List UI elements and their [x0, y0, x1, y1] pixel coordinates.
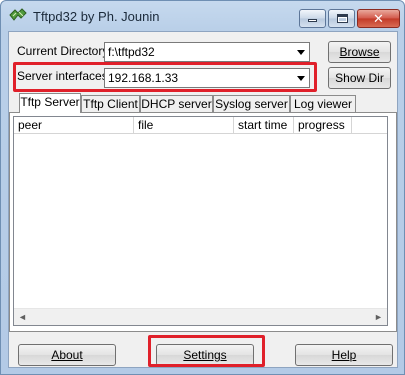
- server-interfaces-combo[interactable]: 192.168.1.33: [104, 68, 310, 88]
- column-header-progress[interactable]: progress: [294, 117, 352, 134]
- show-dir-button-label: Show Dir: [335, 71, 384, 85]
- tab-label: Tftp Client: [83, 97, 138, 111]
- about-button[interactable]: About: [18, 344, 116, 366]
- tab-tftp-server[interactable]: Tftp Server: [19, 93, 81, 113]
- tab-label: Syslog server: [215, 97, 288, 111]
- browse-button-label: Browse: [339, 45, 380, 59]
- tab-label: Tftp Server: [20, 95, 80, 109]
- current-directory-combo[interactable]: f:\tftpd32: [104, 42, 310, 62]
- tab-dhcp-server[interactable]: DHCP server: [140, 95, 213, 113]
- close-icon: ✕: [373, 11, 384, 26]
- current-directory-value: f:\tftpd32: [108, 45, 155, 59]
- title-bar[interactable]: Tftpd32 by Ph. Jounin ✕: [1, 1, 404, 31]
- chevron-down-icon[interactable]: [292, 69, 309, 87]
- chevron-down-icon[interactable]: [292, 43, 309, 61]
- help-button[interactable]: Help: [295, 344, 393, 366]
- tab-tftp-client[interactable]: Tftp Client: [81, 95, 140, 113]
- show-dir-button[interactable]: Show Dir: [328, 67, 391, 89]
- server-interfaces-value: 192.168.1.33: [108, 71, 179, 85]
- transfers-list[interactable]: peer file start time progress ◄ ►: [13, 116, 388, 326]
- column-header-peer[interactable]: peer: [14, 117, 134, 134]
- horizontal-scrollbar[interactable]: ◄ ►: [14, 308, 387, 325]
- column-header-file[interactable]: file: [134, 117, 234, 134]
- minimize-button[interactable]: [299, 9, 326, 28]
- browse-button[interactable]: Browse: [328, 41, 391, 63]
- server-interfaces-label: Server interfaces: [17, 69, 108, 83]
- tab-label: Log viewer: [293, 97, 353, 111]
- tab-syslog-server[interactable]: Syslog server: [213, 95, 290, 113]
- help-button-label: Help: [331, 348, 357, 362]
- settings-button-label: Settings: [183, 348, 227, 362]
- tab-label: DHCP server: [141, 97, 212, 111]
- column-header-label: file: [138, 118, 154, 132]
- settings-button[interactable]: Settings: [156, 344, 254, 366]
- client-area: Current Directory f:\tftpd32 Browse Serv…: [8, 31, 398, 368]
- column-header-label: peer: [18, 118, 43, 132]
- column-header-label: start time: [238, 118, 288, 132]
- column-header-label: progress: [298, 118, 345, 132]
- about-button-label: About: [51, 348, 83, 362]
- tab-log-viewer[interactable]: Log viewer: [290, 95, 356, 113]
- maximize-icon: [337, 14, 348, 23]
- window-title: Tftpd32 by Ph. Jounin: [33, 9, 160, 24]
- close-button[interactable]: ✕: [357, 9, 400, 28]
- tftpd-app-icon[interactable]: [9, 7, 27, 23]
- current-directory-label: Current Directory: [17, 44, 109, 58]
- scroll-left-icon[interactable]: ◄: [14, 309, 31, 325]
- tftp-server-panel: peer file start time progress ◄ ►: [9, 112, 397, 332]
- tftpd32-window: Tftpd32 by Ph. Jounin ✕ Current Director…: [0, 0, 405, 375]
- column-header-start-time[interactable]: start time: [234, 117, 294, 134]
- maximize-button[interactable]: [328, 9, 355, 28]
- scroll-right-icon[interactable]: ►: [370, 309, 387, 325]
- minimize-icon: [308, 19, 317, 22]
- list-header: peer file start time progress: [14, 117, 387, 134]
